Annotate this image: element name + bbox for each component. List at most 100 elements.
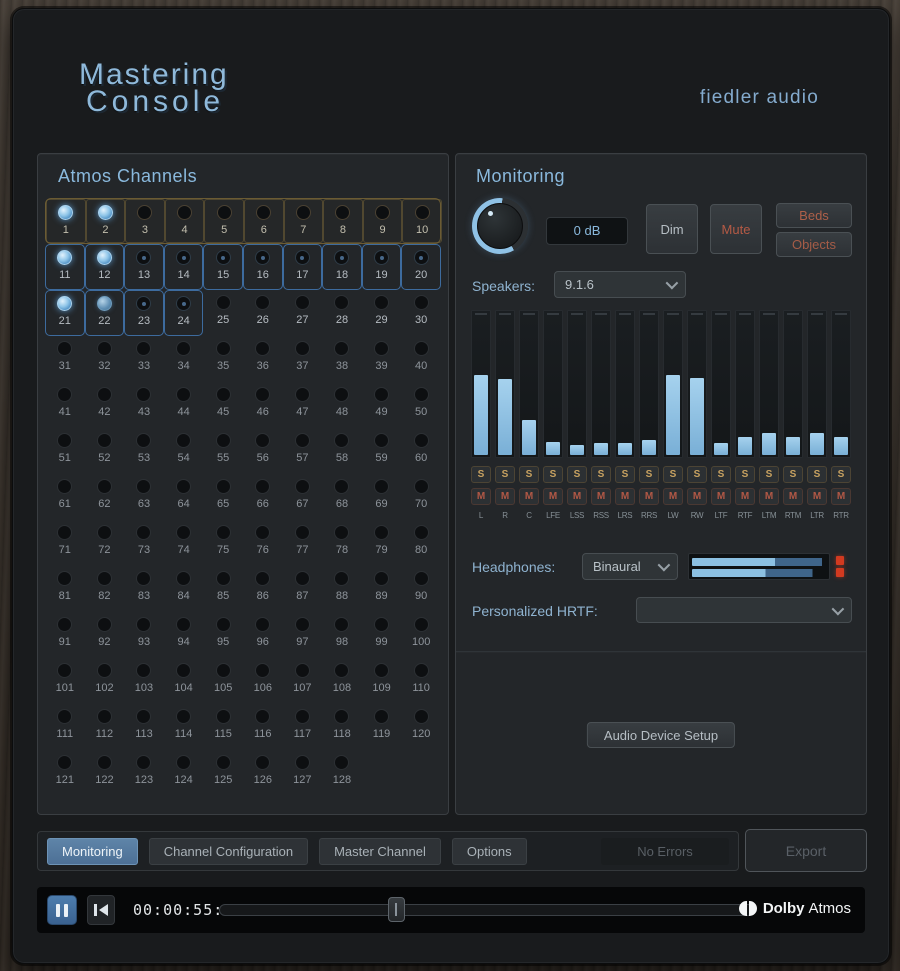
channel-120[interactable]: 120 <box>401 704 441 750</box>
channel-55[interactable]: 55 <box>203 428 243 474</box>
channel-30[interactable]: 30 <box>401 290 441 336</box>
channel-98[interactable]: 98 <box>322 612 362 658</box>
channel-70[interactable]: 70 <box>401 474 441 520</box>
channel-80[interactable]: 80 <box>401 520 441 566</box>
channel-32[interactable]: 32 <box>85 336 125 382</box>
channel-68[interactable]: 68 <box>322 474 362 520</box>
mute-button-RTR[interactable]: M <box>831 488 851 505</box>
solo-button-RTR[interactable]: S <box>831 466 851 483</box>
channel-36[interactable]: 36 <box>243 336 283 382</box>
channel-64[interactable]: 64 <box>164 474 204 520</box>
channel-72[interactable]: 72 <box>85 520 125 566</box>
channel-125[interactable]: 125 <box>203 750 243 796</box>
channel-1[interactable]: 1 <box>46 199 86 243</box>
channel-54[interactable]: 54 <box>164 428 204 474</box>
export-button[interactable]: Export <box>745 829 867 872</box>
channel-127[interactable]: 127 <box>283 750 323 796</box>
mute-button-RRS[interactable]: M <box>639 488 659 505</box>
channel-74[interactable]: 74 <box>164 520 204 566</box>
channel-75[interactable]: 75 <box>203 520 243 566</box>
channel-105[interactable]: 105 <box>203 658 243 704</box>
channel-116[interactable]: 116 <box>243 704 283 750</box>
channel-14[interactable]: 14 <box>163 244 204 290</box>
channel-2[interactable]: 2 <box>85 199 126 243</box>
channel-100[interactable]: 100 <box>401 612 441 658</box>
channel-11[interactable]: 11 <box>45 244 85 290</box>
channel-106[interactable]: 106 <box>243 658 283 704</box>
channel-8[interactable]: 8 <box>323 199 363 243</box>
channel-104[interactable]: 104 <box>164 658 204 704</box>
channel-128[interactable]: 128 <box>322 750 362 796</box>
channel-102[interactable]: 102 <box>85 658 125 704</box>
channel-83[interactable]: 83 <box>124 566 164 612</box>
solo-button-LTM[interactable]: S <box>759 466 779 483</box>
tab-channel-configuration[interactable]: Channel Configuration <box>148 837 309 865</box>
channel-23[interactable]: 23 <box>124 290 164 336</box>
channel-34[interactable]: 34 <box>164 336 204 382</box>
channel-3[interactable]: 3 <box>125 199 165 243</box>
channel-111[interactable]: 111 <box>45 704 85 750</box>
channel-61[interactable]: 61 <box>45 474 85 520</box>
channel-5[interactable]: 5 <box>204 199 244 243</box>
channel-33[interactable]: 33 <box>124 336 164 382</box>
channel-38[interactable]: 38 <box>322 336 362 382</box>
channel-4[interactable]: 4 <box>164 199 205 243</box>
channel-109[interactable]: 109 <box>362 658 402 704</box>
channel-50[interactable]: 50 <box>401 382 441 428</box>
channel-37[interactable]: 37 <box>283 336 323 382</box>
channel-44[interactable]: 44 <box>164 382 204 428</box>
slider-handle[interactable] <box>387 897 405 922</box>
channel-6[interactable]: 6 <box>243 199 284 243</box>
channel-92[interactable]: 92 <box>85 612 125 658</box>
tab-options[interactable]: Options <box>451 837 527 865</box>
channel-65[interactable]: 65 <box>203 474 243 520</box>
channel-99[interactable]: 99 <box>362 612 402 658</box>
solo-button-RRS[interactable]: S <box>639 466 659 483</box>
objects-button[interactable]: Objects <box>776 232 852 257</box>
channel-110[interactable]: 110 <box>401 658 441 704</box>
channel-108[interactable]: 108 <box>322 658 362 704</box>
channel-18[interactable]: 18 <box>322 244 362 290</box>
volume-knob[interactable] <box>472 198 528 254</box>
channel-56[interactable]: 56 <box>243 428 283 474</box>
channel-45[interactable]: 45 <box>203 382 243 428</box>
mute-button-LTF[interactable]: M <box>711 488 731 505</box>
channel-15[interactable]: 15 <box>203 244 243 290</box>
mute-button-LTR[interactable]: M <box>807 488 827 505</box>
channel-112[interactable]: 112 <box>85 704 125 750</box>
channel-66[interactable]: 66 <box>243 474 283 520</box>
channel-59[interactable]: 59 <box>362 428 402 474</box>
mute-button-L[interactable]: M <box>471 488 491 505</box>
channel-19[interactable]: 19 <box>361 244 402 290</box>
channel-78[interactable]: 78 <box>322 520 362 566</box>
pause-button[interactable] <box>47 895 77 925</box>
channel-115[interactable]: 115 <box>203 704 243 750</box>
mute-button-C[interactable]: M <box>519 488 539 505</box>
channel-43[interactable]: 43 <box>124 382 164 428</box>
channel-40[interactable]: 40 <box>401 336 441 382</box>
channel-16[interactable]: 16 <box>242 244 283 290</box>
beds-button[interactable]: Beds <box>776 203 852 228</box>
mute-button-RTM[interactable]: M <box>783 488 803 505</box>
channel-94[interactable]: 94 <box>164 612 204 658</box>
channel-57[interactable]: 57 <box>283 428 323 474</box>
channel-24[interactable]: 24 <box>163 290 204 336</box>
channel-113[interactable]: 113 <box>124 704 164 750</box>
channel-26[interactable]: 26 <box>243 290 283 336</box>
channel-84[interactable]: 84 <box>164 566 204 612</box>
channel-82[interactable]: 82 <box>85 566 125 612</box>
mute-button-LW[interactable]: M <box>663 488 683 505</box>
mute-button-LRS[interactable]: M <box>615 488 635 505</box>
solo-button-LW[interactable]: S <box>663 466 683 483</box>
channel-119[interactable]: 119 <box>362 704 402 750</box>
mute-button-RSS[interactable]: M <box>591 488 611 505</box>
channel-87[interactable]: 87 <box>283 566 323 612</box>
solo-button-RTF[interactable]: S <box>735 466 755 483</box>
channel-63[interactable]: 63 <box>124 474 164 520</box>
channel-86[interactable]: 86 <box>243 566 283 612</box>
channel-49[interactable]: 49 <box>362 382 402 428</box>
channel-20[interactable]: 20 <box>401 244 441 290</box>
channel-28[interactable]: 28 <box>322 290 362 336</box>
channel-90[interactable]: 90 <box>401 566 441 612</box>
channel-12[interactable]: 12 <box>84 244 125 290</box>
